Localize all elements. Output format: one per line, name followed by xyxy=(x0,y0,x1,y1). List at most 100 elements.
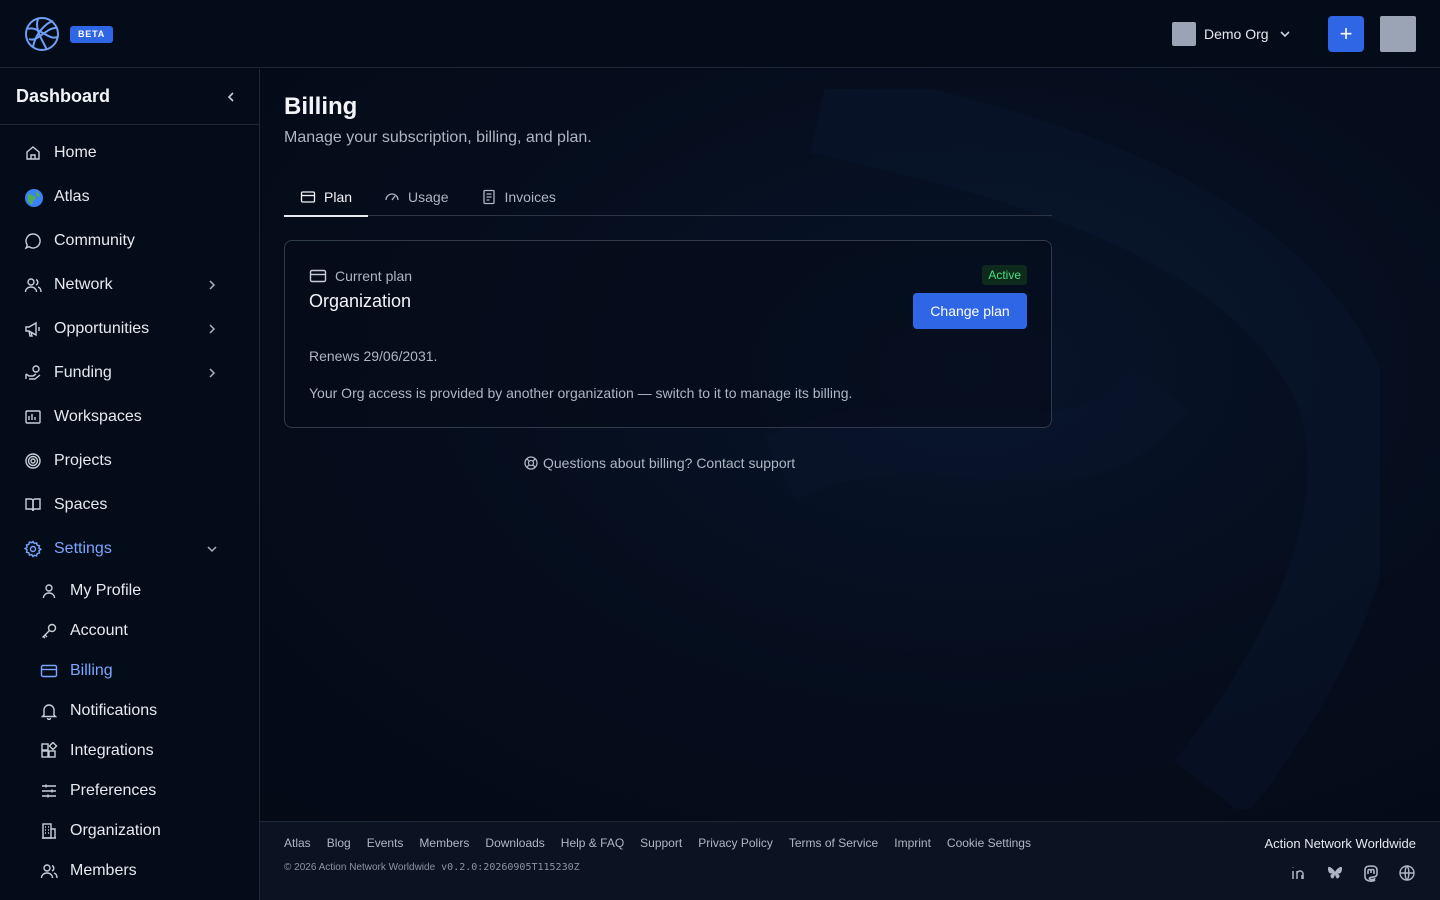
chevron-right-icon xyxy=(203,320,221,338)
footer-link-imprint[interactable]: Imprint xyxy=(894,836,931,850)
tab-label: Plan xyxy=(324,188,353,205)
sidebar-item-workspaces[interactable]: Workspaces xyxy=(0,395,259,439)
key-icon xyxy=(40,622,58,640)
footer-link-members[interactable]: Members xyxy=(419,836,469,850)
home-icon xyxy=(24,144,42,162)
copyright-text: © 2026 Action Network Worldwide xyxy=(284,862,436,873)
credit-card-icon xyxy=(40,662,58,680)
sidebar-item-billing[interactable]: Billing xyxy=(0,651,259,691)
page-title: Billing xyxy=(284,93,358,120)
footer-link-cookie-settings[interactable]: Cookie Settings xyxy=(947,836,1031,850)
chevron-right-icon xyxy=(203,276,221,294)
status-badge: Active xyxy=(982,265,1027,285)
sidebar-item-opportunities[interactable]: Opportunities xyxy=(0,307,259,351)
sidebar-item-funding[interactable]: Funding xyxy=(0,351,259,395)
users-icon xyxy=(24,276,42,294)
sidebar-item-organization[interactable]: Organization xyxy=(0,811,259,851)
sidebar-item-label: Opportunities xyxy=(54,320,150,337)
footer-link-blog[interactable]: Blog xyxy=(327,836,351,850)
sidebar-nav: Home Atlas Community Network Opportuniti… xyxy=(0,125,259,891)
sidebar-item-home[interactable]: Home xyxy=(0,131,259,175)
tab-label: Invoices xyxy=(504,188,556,205)
footer-link-terms-of-service[interactable]: Terms of Service xyxy=(789,836,878,850)
current-plan-label-text: Current plan xyxy=(335,268,413,284)
sidebar-item-label: Community xyxy=(54,232,135,249)
sidebar: Dashboard Home Atlas Community Network O… xyxy=(0,69,260,900)
top-bar: BETA Demo Org + xyxy=(0,0,1440,68)
org-name: Demo Org xyxy=(1204,26,1269,42)
social-links xyxy=(1290,864,1416,882)
user-avatar[interactable] xyxy=(1380,16,1416,52)
org-switcher[interactable]: Demo Org xyxy=(1172,22,1293,46)
add-button[interactable]: + xyxy=(1328,16,1364,52)
sidebar-item-label: Atlas xyxy=(54,188,90,205)
sidebar-item-integrations[interactable]: Integrations xyxy=(0,731,259,771)
footer-brand: Action Network Worldwide xyxy=(1264,836,1416,851)
org-avatar xyxy=(1172,22,1196,46)
chevron-right-icon xyxy=(203,364,221,382)
credit-card-icon xyxy=(309,267,327,285)
bell-icon xyxy=(40,702,58,720)
linkedin-icon[interactable] xyxy=(1290,864,1308,882)
sidebar-item-community[interactable]: Community xyxy=(0,219,259,263)
mastodon-icon[interactable] xyxy=(1362,864,1380,882)
tab-invoices[interactable]: Invoices xyxy=(465,177,572,216)
sidebar-item-settings[interactable]: Settings xyxy=(0,527,259,571)
sidebar-item-account[interactable]: Account xyxy=(0,611,259,651)
sidebar-item-notifications[interactable]: Notifications xyxy=(0,691,259,731)
sidebar-item-label: Integrations xyxy=(70,742,154,759)
sidebar-item-projects[interactable]: Projects xyxy=(0,439,259,483)
sidebar-item-label: Projects xyxy=(54,452,112,469)
gear-icon xyxy=(24,540,42,558)
chevron-down-icon xyxy=(1277,26,1293,42)
footer-link-atlas[interactable]: Atlas xyxy=(284,836,311,850)
sidebar-item-label: Spaces xyxy=(54,496,108,513)
beta-badge: BETA xyxy=(70,26,114,43)
sidebar-title: Dashboard xyxy=(16,86,111,106)
sidebar-item-preferences[interactable]: Preferences xyxy=(0,771,259,811)
chevron-down-icon xyxy=(203,540,221,558)
current-plan-card: Current plan Organization Active Change … xyxy=(284,240,1052,428)
change-plan-button[interactable]: Change plan xyxy=(913,293,1027,329)
invoice-icon xyxy=(481,189,497,205)
workspace-icon xyxy=(24,408,42,426)
website-globe-icon[interactable] xyxy=(1398,864,1416,882)
tab-usage[interactable]: Usage xyxy=(368,177,464,216)
bluesky-icon[interactable] xyxy=(1326,864,1344,882)
sidebar-item-label: Organization xyxy=(70,822,161,839)
sidebar-item-members[interactable]: Members xyxy=(0,851,259,891)
book-icon xyxy=(24,496,42,514)
sidebar-item-label: Notifications xyxy=(70,702,158,719)
footer-link-events[interactable]: Events xyxy=(367,836,404,850)
footer-link-help-faq[interactable]: Help & FAQ xyxy=(561,836,624,850)
funding-icon xyxy=(24,364,42,382)
sidebar-item-label: Home xyxy=(54,144,97,161)
main-content: Billing Manage your subscription, billin… xyxy=(260,69,1440,821)
footer-link-downloads[interactable]: Downloads xyxy=(485,836,544,850)
sidebar-item-label: Account xyxy=(70,622,128,639)
version-string: v0.2.0:20260905T115230Z xyxy=(441,862,580,873)
sliders-icon xyxy=(40,782,58,800)
sidebar-item-network[interactable]: Network xyxy=(0,263,259,307)
contact-support-link[interactable]: Questions about billing? Contact support xyxy=(524,455,795,471)
billing-note: Your Org access is provided by another o… xyxy=(309,385,853,401)
footer: Atlas Blog Events Members Downloads Help… xyxy=(260,821,1440,900)
target-icon xyxy=(24,452,42,470)
sidebar-item-label: Members xyxy=(70,862,137,879)
contact-support-text: Questions about billing? Contact support xyxy=(543,455,796,471)
page-subtitle: Manage your subscription, billing, and p… xyxy=(284,129,592,146)
globe-logo-icon[interactable] xyxy=(23,15,61,53)
renewal-date: Renews 29/06/2031. xyxy=(309,348,438,364)
sidebar-header: Dashboard xyxy=(0,69,259,125)
sidebar-item-label: Network xyxy=(54,276,113,293)
puzzle-icon xyxy=(40,742,58,760)
billing-tabs: Plan Usage Invoices xyxy=(284,177,1052,217)
footer-link-privacy-policy[interactable]: Privacy Policy xyxy=(698,836,773,850)
tab-plan[interactable]: Plan xyxy=(284,177,369,217)
sidebar-item-spaces[interactable]: Spaces xyxy=(0,483,259,527)
sidebar-item-atlas[interactable]: Atlas xyxy=(0,175,259,219)
collapse-sidebar-icon[interactable] xyxy=(223,89,239,105)
footer-link-support[interactable]: Support xyxy=(640,836,682,850)
user-icon xyxy=(40,582,58,600)
sidebar-item-my-profile[interactable]: My Profile xyxy=(0,571,259,611)
